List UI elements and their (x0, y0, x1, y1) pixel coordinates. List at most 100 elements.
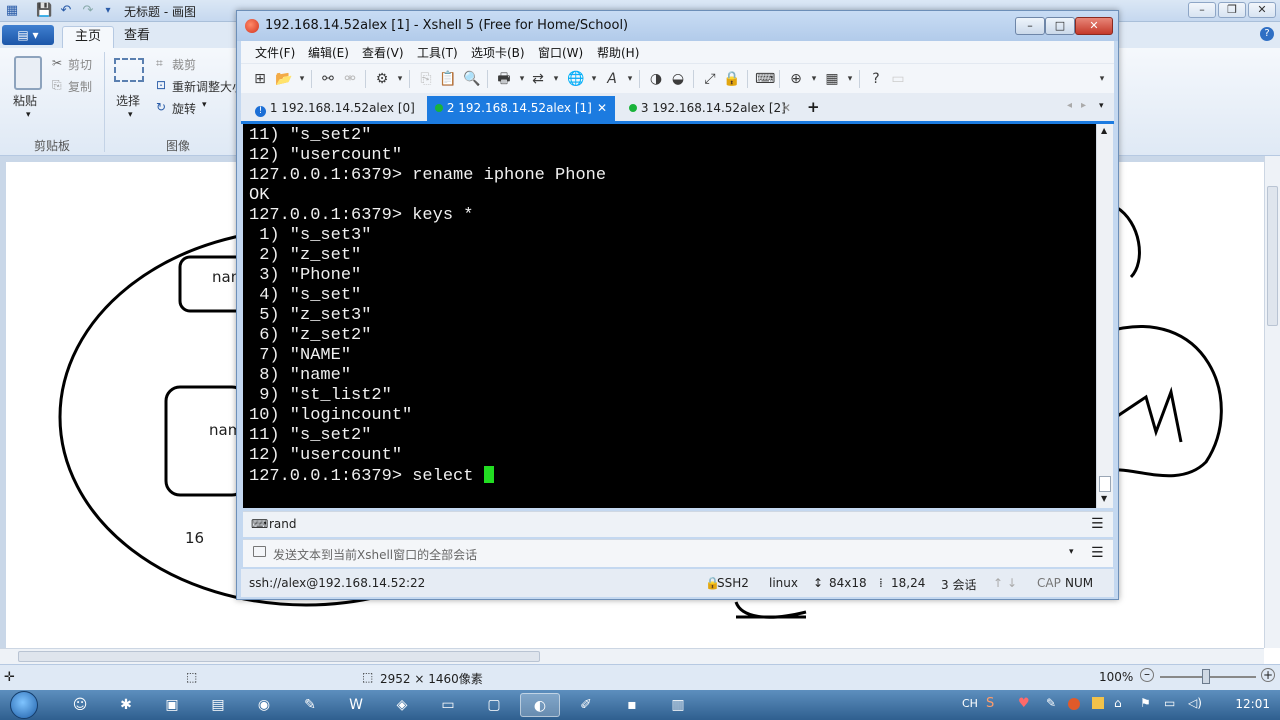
compose-text[interactable]: rand (269, 517, 297, 531)
tab-home[interactable]: 主页 (62, 26, 115, 48)
terminal-screen[interactable]: 11) "s_set2" 12) "usercount" 127.0.0.1:637… (243, 124, 1096, 508)
xshell-titlebar[interactable]: 192.168.14.52alex [1] - Xshell 5 (Free f… (237, 11, 1118, 41)
menu-tools[interactable]: 工具(T) (417, 44, 458, 61)
session-tab-2[interactable]: 3 192.168.14.52alex [2] ✕ (621, 96, 799, 122)
globe-dropdown-icon[interactable]: ▾ (585, 70, 603, 88)
scroll-down-icon[interactable]: ▼ (1101, 494, 1107, 503)
taskbar-app-green[interactable]: ▢ (474, 693, 514, 717)
globe-icon[interactable]: 🌐 (567, 70, 585, 88)
lock-icon[interactable]: 🔒 (723, 70, 741, 88)
session-tab-0[interactable]: ! 1 192.168.14.52alex [0] (247, 96, 425, 122)
scroll-up-icon[interactable]: ▲ (1101, 126, 1107, 135)
terminal-scroll-thumb[interactable] (1099, 476, 1111, 492)
tray-volume-icon[interactable]: ◁) (1188, 696, 1202, 710)
paste-icon[interactable]: 📋 (439, 70, 457, 88)
keyboard-icon[interactable]: ⌨ (755, 70, 775, 88)
quick-access-dropdown-icon[interactable]: ▾ (100, 3, 116, 19)
copy-button[interactable]: 复制 (68, 78, 92, 95)
menu-tabs[interactable]: 选项卡(B) (471, 44, 525, 61)
chat-icon[interactable]: ▭ (889, 70, 907, 88)
menu-help[interactable]: 帮助(H) (597, 44, 639, 61)
tray-orange-icon[interactable] (1068, 698, 1080, 710)
taskbar-app-other[interactable]: ▥ (658, 693, 698, 717)
paint-maximize-button[interactable]: ❐ (1218, 2, 1246, 18)
taskbar-app-tool2[interactable]: ▤ (198, 693, 238, 717)
font-icon[interactable]: A (603, 70, 621, 88)
system-clock[interactable]: 12:01 (1235, 697, 1270, 711)
tab-scroll-left-icon[interactable]: ◂ (1067, 100, 1072, 111)
zoom-out-button[interactable]: – (1140, 668, 1154, 682)
tray-red-icon[interactable]: ♥ (1018, 696, 1030, 711)
taskbar-app-acrobat[interactable]: ◈ (382, 693, 422, 717)
tray-sogou-icon[interactable]: S (986, 696, 994, 711)
crop-button[interactable]: 裁剪 (172, 56, 196, 73)
paste-icon[interactable] (14, 56, 42, 90)
tray-folder-icon[interactable] (1092, 697, 1104, 709)
connect-icon[interactable]: ⚯ (319, 70, 337, 88)
menu-window[interactable]: 窗口(W) (538, 44, 583, 61)
transfer-dropdown-icon[interactable]: ▾ (547, 70, 565, 88)
paste-button[interactable]: 粘贴 (13, 92, 37, 109)
paint-hscroll-thumb[interactable] (18, 651, 540, 662)
tab-list-dropdown-icon[interactable]: ▾ (1099, 101, 1104, 111)
cut-button[interactable]: 剪切 (68, 56, 92, 73)
terminal-scrollbar[interactable]: ▲ ▼ (1096, 124, 1113, 508)
help-icon[interactable]: ? (1260, 27, 1274, 41)
xmanager-icon[interactable]: ◒ (669, 70, 687, 88)
taskbar-app-xshell[interactable]: ◐ (520, 693, 560, 717)
ime-indicator[interactable]: CH (962, 697, 978, 710)
save-icon[interactable]: 💾 (36, 3, 52, 19)
taskbar-app-notepad[interactable]: ✎ (290, 693, 330, 717)
rotate-dropdown-icon[interactable]: ▾ (202, 100, 207, 110)
add-tab-button[interactable]: + (807, 98, 820, 116)
rotate-button[interactable]: 旋转 (172, 100, 196, 117)
menu-edit[interactable]: 编辑(E) (308, 44, 349, 61)
paint-vscroll-thumb[interactable] (1267, 186, 1278, 326)
open-dropdown-icon[interactable]: ▾ (293, 70, 311, 88)
tab-scroll-right-icon[interactable]: ▸ (1081, 100, 1086, 111)
tray-network-icon[interactable]: ⌂ (1114, 696, 1122, 710)
session-tab-1[interactable]: 2 192.168.14.52alex [1] ✕ (427, 96, 615, 122)
paint-vertical-scrollbar[interactable] (1264, 156, 1280, 648)
redo-icon[interactable]: ↷ (80, 3, 96, 19)
taskbar-app-cmd[interactable]: ▪ (612, 693, 652, 717)
layout-dropdown-icon[interactable]: ▾ (841, 70, 859, 88)
zoom-slider-thumb[interactable] (1202, 669, 1210, 684)
transfer-icon[interactable]: ⇄ (529, 70, 547, 88)
select-dropdown-icon[interactable]: ▾ (128, 110, 133, 120)
xshell-minimize-button[interactable]: – (1015, 17, 1045, 35)
properties-dropdown-icon[interactable]: ▾ (391, 70, 409, 88)
send-to-all-input[interactable]: 发送文本到当前Xshell窗口的全部会话 (273, 546, 477, 563)
close-tab-icon[interactable]: ✕ (781, 96, 791, 120)
taskbar-app-explorer[interactable]: ▭ (428, 693, 468, 717)
undo-icon[interactable]: ↶ (58, 3, 74, 19)
open-folder-icon[interactable]: 📂 (275, 70, 293, 88)
tray-flag-icon[interactable]: ⚑ (1140, 696, 1151, 710)
taskbar-app-word[interactable]: W (336, 693, 376, 717)
add-dropdown-icon[interactable]: ▾ (805, 70, 823, 88)
select-button[interactable]: 选择 (116, 92, 140, 109)
taskbar-app-tools[interactable]: ✱ (106, 693, 146, 717)
close-tab-icon[interactable]: ✕ (597, 96, 607, 120)
taskbar-app-chrome[interactable]: ◉ (244, 693, 284, 717)
toolbar-overflow-icon[interactable]: ▾ (1093, 70, 1111, 88)
send-dropdown-icon[interactable]: ▾ (1069, 547, 1074, 557)
taskbar-app-smiley[interactable]: ☺ (60, 693, 100, 717)
menu-file[interactable]: 文件(F) (255, 44, 295, 61)
tray-tool-icon[interactable]: ✎ (1046, 696, 1056, 710)
zoom-in-button[interactable]: + (1261, 668, 1275, 682)
paint-horizontal-scrollbar[interactable] (0, 648, 1264, 664)
resize-button[interactable]: 重新调整大小 (172, 78, 236, 95)
fullscreen-icon[interactable]: ⤢ (701, 70, 719, 88)
new-session-icon[interactable]: ⊞ (251, 70, 269, 88)
tray-monitor-icon[interactable]: ▭ (1164, 696, 1175, 710)
properties-icon[interactable]: ⚙ (373, 70, 391, 88)
send-menu-icon[interactable]: ☰ (1091, 545, 1104, 561)
paint-minimize-button[interactable]: – (1188, 2, 1216, 18)
start-button[interactable] (4, 690, 44, 720)
tab-view[interactable]: 查看 (112, 26, 162, 48)
find-icon[interactable]: 🔍 (463, 70, 481, 88)
menu-view[interactable]: 查看(V) (362, 44, 404, 61)
paste-dropdown-icon[interactable]: ▾ (26, 110, 31, 120)
xftp-icon[interactable]: ◑ (647, 70, 665, 88)
